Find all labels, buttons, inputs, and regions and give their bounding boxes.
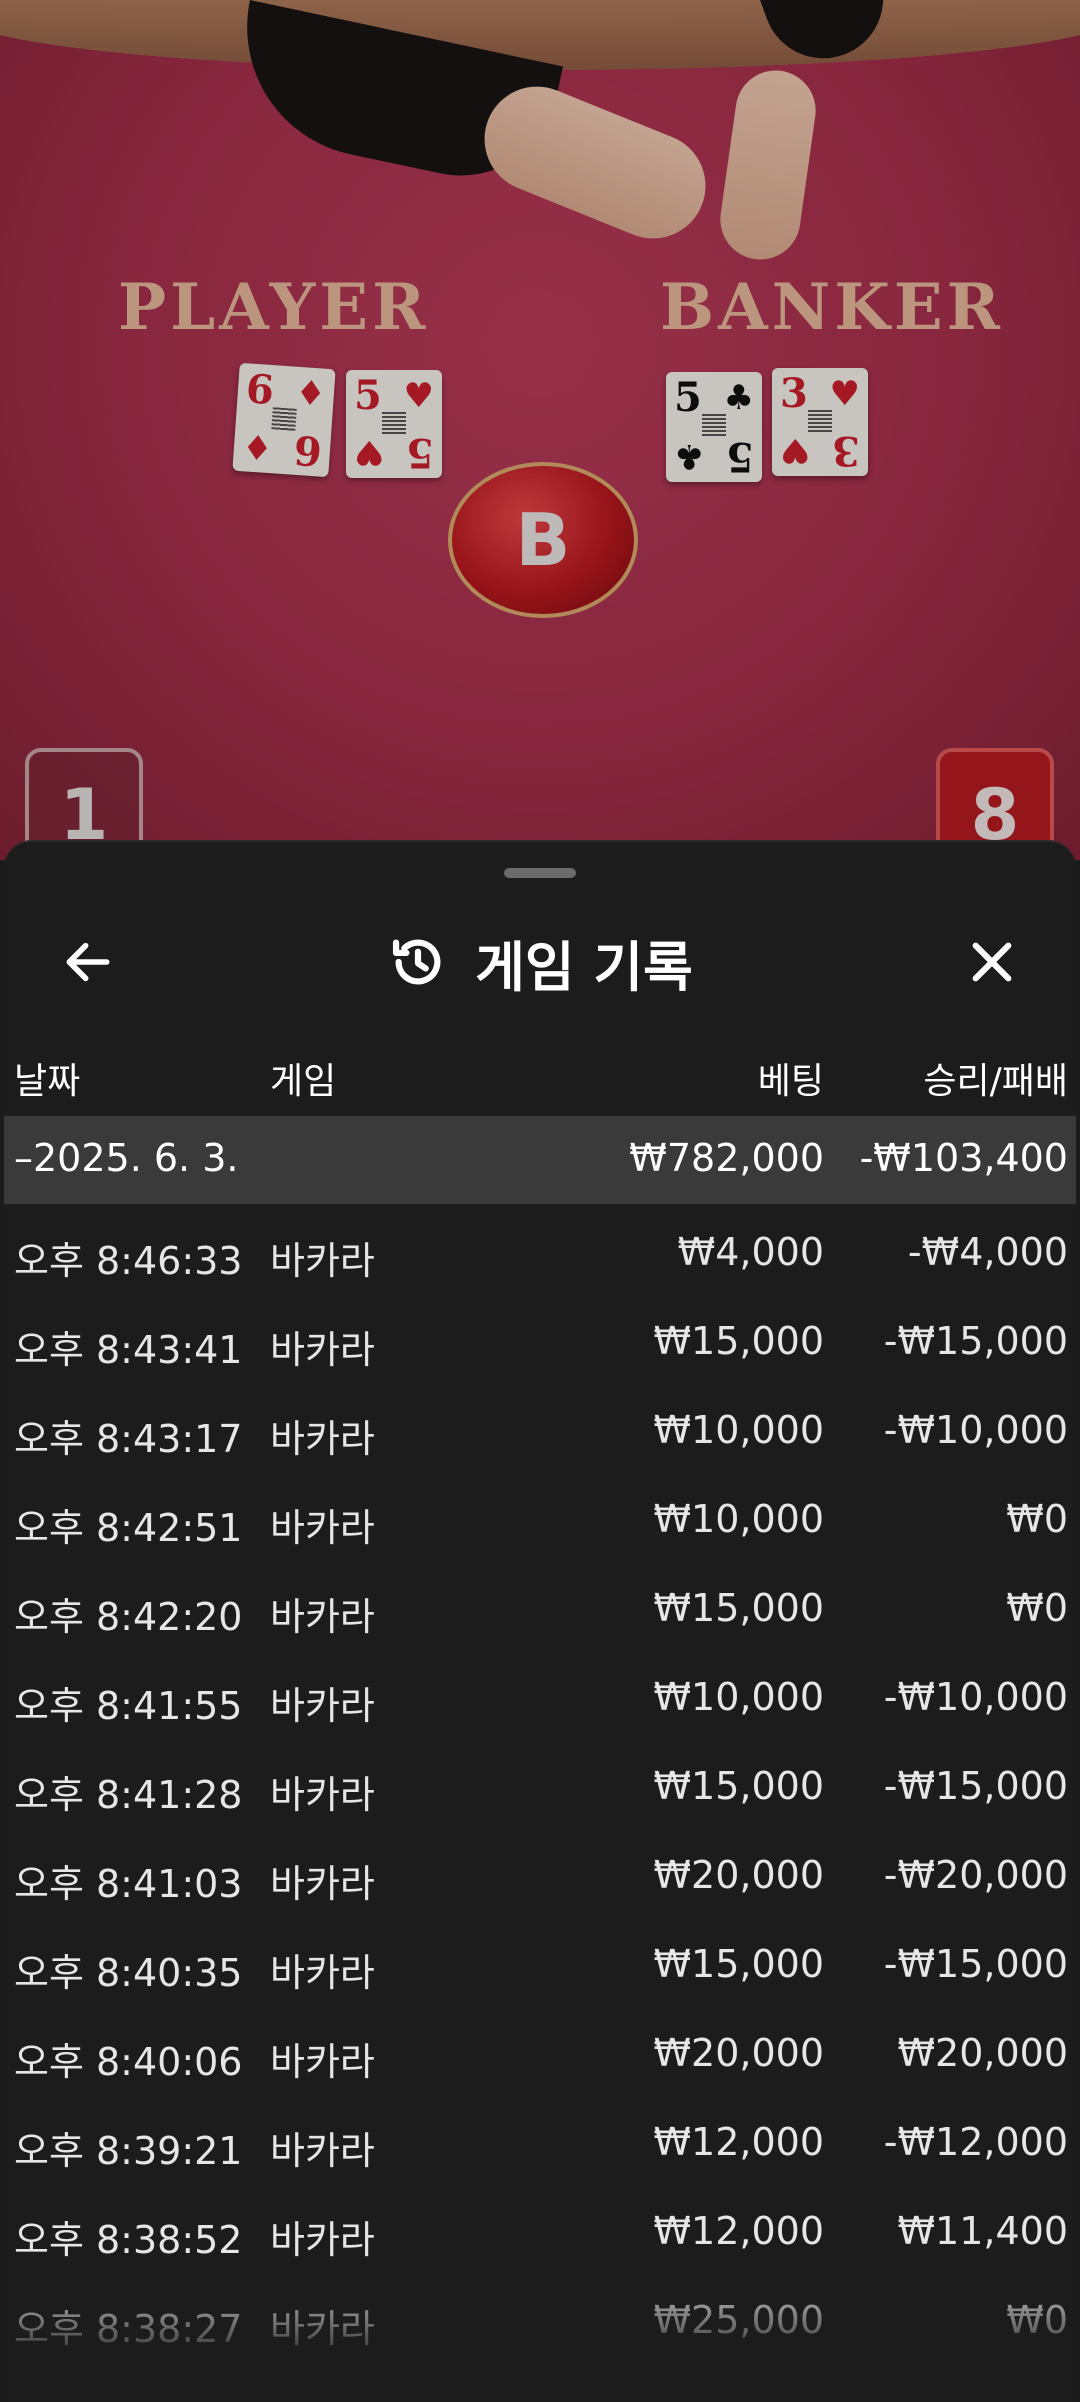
row-game: 바카라	[270, 1239, 375, 1283]
row-win-loss: ₩11,400	[897, 2209, 1068, 2253]
row-win-loss: -₩15,000	[883, 1319, 1068, 1363]
row-win-loss: ₩0	[1006, 1586, 1068, 1630]
row-win-loss: ₩20,000	[897, 2031, 1068, 2075]
column-date: 날짜	[14, 1061, 81, 1102]
row-game: 바카라	[270, 1773, 375, 1817]
row-bet: ₩20,000	[653, 2031, 824, 2075]
row-game: 바카라	[270, 1684, 375, 1728]
dim-overlay	[0, 0, 1080, 860]
row-game: 바카라	[270, 1506, 375, 1550]
row-win-loss: -₩15,000	[883, 1764, 1068, 1808]
row-bet: ₩12,000	[653, 2120, 824, 2164]
row-time: 오후 8:46:33	[14, 1239, 243, 1283]
row-time: 오후 8:42:20	[14, 1595, 243, 1639]
row-game: 바카라	[270, 2129, 375, 2173]
row-game: 바카라	[270, 1417, 375, 1461]
row-time: 오후 8:41:28	[14, 1773, 243, 1817]
row-bet: ₩20,000	[653, 1853, 824, 1897]
summary-bet-total: ₩782,000	[629, 1136, 824, 1180]
row-game: 바카라	[270, 2218, 375, 2262]
row-time: 오후 8:38:52	[14, 2218, 243, 2262]
date-group-summary-row[interactable]: –2025. 6. 3. ₩782,000 -₩103,400	[4, 1116, 1076, 1204]
history-row[interactable]: 오후 8:41:03 바카라 ₩20,000 -₩20,000	[4, 1827, 1076, 1916]
history-row[interactable]: 오후 8:41:55 바카라 ₩10,000 -₩10,000	[4, 1649, 1076, 1738]
history-row[interactable]: 오후 8:42:20 바카라 ₩15,000 ₩0	[4, 1560, 1076, 1649]
row-win-loss: -₩15,000	[883, 1942, 1068, 1986]
history-icon	[393, 939, 441, 985]
history-row[interactable]: 오후 8:38:27 바카라 ₩25,000 ₩0	[4, 2272, 1076, 2361]
history-row[interactable]: 오후 8:46:33 바카라 ₩4,000 -₩4,000	[4, 1204, 1076, 1293]
row-win-loss: -₩20,000	[883, 1853, 1068, 1897]
row-bet: ₩10,000	[653, 1675, 824, 1719]
sheet-title-group: 게임 기록	[4, 902, 1076, 1022]
game-history-sheet: 게임 기록 날짜 게임 베팅 승리/패배 –2025. 6. 3. ₩782,0…	[4, 840, 1076, 2402]
row-win-loss: -₩10,000	[883, 1675, 1068, 1719]
row-time: 오후 8:43:17	[14, 1417, 243, 1461]
close-button[interactable]	[956, 926, 1028, 998]
row-time: 오후 8:41:55	[14, 1684, 243, 1728]
summary-win-loss-total: -₩103,400	[859, 1136, 1068, 1180]
page-title: 게임 기록	[475, 935, 693, 999]
history-row[interactable]: 오후 8:38:52 바카라 ₩12,000 ₩11,400	[4, 2183, 1076, 2272]
row-game: 바카라	[270, 1595, 375, 1639]
row-win-loss: ₩0	[1006, 2298, 1068, 2342]
history-list: 오후 8:46:33 바카라 ₩4,000 -₩4,000 오후 8:43:41 바카라 ₩…	[4, 1204, 1076, 2402]
summary-date: –2025. 6. 3.	[14, 1136, 239, 1180]
row-time: 오후 8:41:03	[14, 1862, 243, 1906]
row-time: 오후 8:42:51	[14, 1506, 243, 1550]
row-win-loss: -₩10,000	[883, 1408, 1068, 1452]
history-row[interactable]: 오후 8:41:28 바카라 ₩15,000 -₩15,000	[4, 1738, 1076, 1827]
history-row[interactable]: 오후 8:43:17 바카라 ₩10,000 -₩10,000	[4, 1382, 1076, 1471]
row-time: 오후 8:43:41	[14, 1328, 243, 1372]
row-game: 바카라	[270, 1862, 375, 1906]
baccarat-table-view: PLAYER BANKER 6 ♦ ♦ 6 5 ♥ ♥ 5 5 ♣ ♣ 5 3 …	[0, 0, 1080, 860]
column-win-loss: 승리/패배	[923, 1061, 1068, 1102]
row-time: 오후 8:40:35	[14, 1951, 243, 1995]
row-win-loss: -₩4,000	[907, 1230, 1068, 1274]
row-bet: ₩15,000	[653, 1319, 824, 1363]
row-win-loss: -₩12,000	[883, 2120, 1068, 2164]
row-bet: ₩12,000	[653, 2209, 824, 2253]
row-time: 오후 8:39:21	[14, 2129, 243, 2173]
table-header: 날짜 게임 베팅 승리/패배	[4, 1034, 1076, 1114]
sheet-drag-handle[interactable]	[504, 868, 576, 878]
history-row[interactable]: 오후 8:42:51 바카라 ₩10,000 ₩0	[4, 1471, 1076, 1560]
row-bet: ₩25,000	[653, 2298, 824, 2342]
row-bet: ₩15,000	[653, 1764, 824, 1808]
row-bet: ₩10,000	[653, 1497, 824, 1541]
history-row[interactable]: 오후 8:39:21 바카라 ₩12,000 -₩12,000	[4, 2094, 1076, 2183]
row-bet: ₩15,000	[653, 1942, 824, 1986]
column-bet: 베팅	[757, 1061, 824, 1102]
row-bet: ₩4,000	[677, 1230, 824, 1274]
close-icon	[972, 942, 1012, 982]
row-game: 바카라	[270, 1951, 375, 1995]
row-game: 바카라	[270, 2040, 375, 2084]
column-game: 게임	[270, 1061, 337, 1102]
history-row[interactable]: 오후 8:40:35 바카라 ₩15,000 -₩15,000	[4, 1916, 1076, 2005]
row-game: 바카라	[270, 1328, 375, 1372]
history-row[interactable]: 오후 8:43:41 바카라 ₩15,000 -₩15,000	[4, 1293, 1076, 1382]
row-game: 바카라	[270, 2307, 375, 2351]
sheet-header: 게임 기록	[4, 902, 1076, 1022]
row-time: 오후 8:38:27	[14, 2307, 243, 2351]
row-bet: ₩15,000	[653, 1586, 824, 1630]
history-row[interactable]: 오후 8:40:06 바카라 ₩20,000 ₩20,000	[4, 2005, 1076, 2094]
row-win-loss: ₩0	[1006, 1497, 1068, 1541]
row-bet: ₩10,000	[653, 1408, 824, 1452]
row-time: 오후 8:40:06	[14, 2040, 243, 2084]
